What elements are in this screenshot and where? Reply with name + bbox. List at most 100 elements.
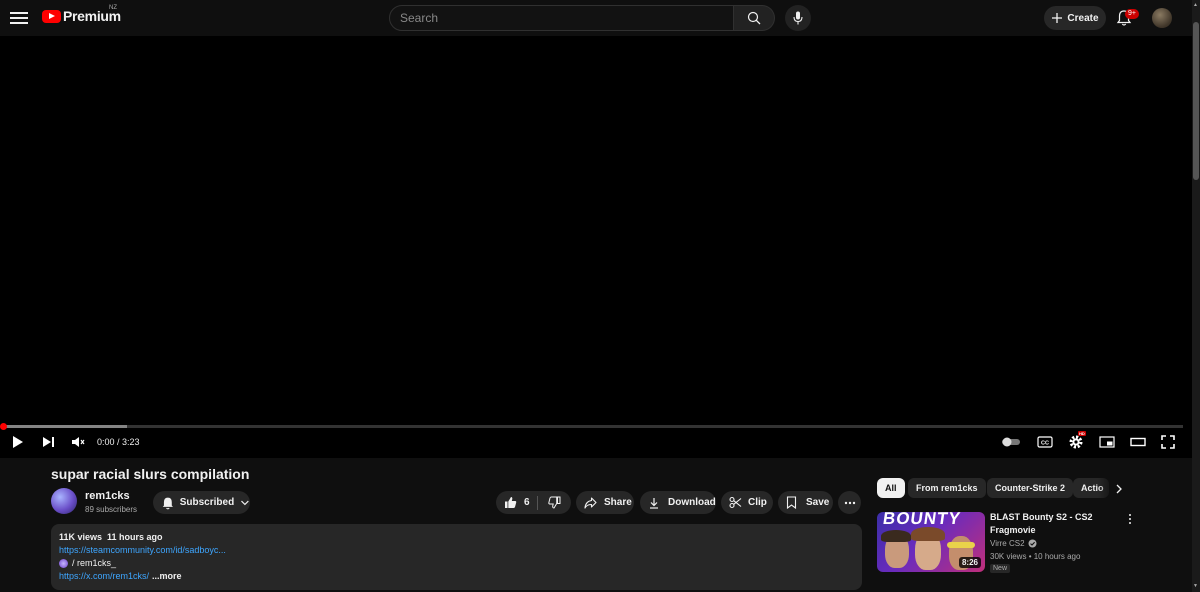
theater-icon [1130,437,1146,447]
logo-region: NZ [109,5,117,11]
theater-mode-button[interactable] [1129,433,1147,451]
more-horizontal-icon [844,501,855,504]
scroll-down-icon[interactable]: ▼ [1193,583,1198,589]
dislike-button[interactable] [538,491,571,514]
bookmark-icon [786,496,797,509]
save-button[interactable]: Save [778,491,833,514]
menu-icon[interactable] [10,9,28,25]
create-label: Create [1067,12,1099,24]
chips-next-button[interactable] [1110,480,1128,498]
scroll-thumb[interactable] [1193,22,1199,180]
recommended-age: 10 hours ago [1033,552,1081,561]
chip-all[interactable]: All [877,478,905,498]
like-count: 6 [524,497,530,508]
settings-icon [1069,435,1083,449]
save-label: Save [806,497,830,508]
channel-name[interactable]: rem1cks [85,490,130,502]
clip-label: Clip [748,497,767,508]
channel-avatar[interactable] [51,488,77,514]
thumbnail-glasses [947,542,975,548]
svg-text:CC: CC [1041,441,1049,447]
description-line-2: / rem1cks_ [59,558,116,568]
autoplay-toggle-icon [1002,437,1020,447]
mic-icon [793,11,803,25]
time-display: 0:00 / 3:23 [97,437,140,447]
download-icon [650,497,658,509]
subscribed-label: Subscribed [179,497,235,508]
next-icon [42,437,54,447]
bell-icon [162,497,173,509]
video-duration: 8:26 [958,557,981,568]
download-label: Download [668,497,716,508]
description-handle[interactable]: / rem1cks_ [72,558,116,568]
mute-button[interactable] [70,433,86,451]
recommended-views: 30K views [990,552,1027,561]
search-icon [747,11,761,25]
recommended-options-button[interactable] [1124,512,1136,526]
thumbnail-hair-1 [881,530,911,542]
verified-icon [1028,539,1037,548]
progress-bar[interactable] [0,423,1183,430]
chevron-down-icon [241,500,249,505]
clip-button[interactable]: Clip [721,491,773,514]
scroll-up-icon[interactable]: ▲ [1193,2,1198,8]
recommended-video-thumbnail[interactable]: BOUNTY 8:26 [877,512,985,572]
masthead: Premium NZ Create 9+ [0,0,1200,36]
recommended-meta: 30K views • 10 hours ago [990,552,1080,561]
chip-counter-strike-2[interactable]: Counter-Strike 2 [987,478,1074,498]
play-button[interactable] [10,433,26,451]
download-button[interactable]: Download [640,491,716,514]
progress-buffered [3,425,127,428]
channel-mini-icon [59,558,68,568]
share-icon [584,496,597,509]
description-line-3: https://x.com/rem1cks/ ...more [59,571,182,581]
page-scrollbar[interactable]: ▲ ▼ [1192,0,1200,592]
recommended-video-title[interactable]: BLAST Bounty S2 - CS2 Fragmovie [990,511,1115,537]
search-button[interactable] [734,5,775,31]
recommended-channel[interactable]: Virre CS2 [990,539,1037,548]
x-link[interactable]: https://x.com/rem1cks/ [59,571,149,581]
video-title: supar racial slurs compilation [51,466,250,482]
voice-search-button[interactable] [785,5,811,31]
more-actions-button[interactable] [838,491,861,514]
thumbs-up-icon [505,497,517,508]
subscribed-button[interactable]: Subscribed [153,491,250,514]
fullscreen-button[interactable] [1159,433,1177,451]
chevron-right-icon [1116,484,1122,494]
play-icon [13,436,23,448]
youtube-logo-icon [42,9,61,23]
share-button[interactable]: Share [576,491,634,514]
miniplayer-button[interactable] [1098,433,1116,451]
fullscreen-icon [1161,435,1175,449]
like-dislike-group: 6 [496,491,571,514]
thumbs-down-icon [548,496,561,509]
recommended-channel-name[interactable]: Virre CS2 [990,539,1025,548]
new-badge: New [990,564,1011,573]
plus-icon [1052,13,1063,23]
video-player[interactable]: 0:00 / 3:23 CC HD [0,36,1192,458]
miniplayer-icon [1099,436,1115,448]
youtube-premium-logo[interactable]: Premium NZ [42,5,121,24]
create-button[interactable]: Create [1044,6,1106,30]
steam-link[interactable]: https://steamcommunity.com/id/sadboyc... [59,545,226,555]
search-box [389,5,775,31]
next-button[interactable] [40,433,56,451]
thumbnail-hair-2 [911,527,945,541]
captions-icon: CC [1037,436,1053,448]
scissors-icon [729,496,742,509]
description-box[interactable]: 11K views 11 hours ago https://steamcomm… [51,524,862,590]
chip-from-channel[interactable]: From rem1cks [908,478,986,498]
notification-badge: 9+ [1125,9,1139,19]
account-avatar[interactable] [1152,8,1172,28]
autoplay-toggle[interactable] [999,433,1023,451]
settings-button[interactable]: HD [1067,431,1086,451]
captions-button[interactable]: CC [1036,433,1054,451]
subscriber-count: 89 subscribers [85,505,138,514]
show-more-button[interactable]: ...more [152,571,182,581]
like-button[interactable]: 6 [496,491,537,514]
hd-badge: HD [1078,431,1086,436]
progress-scrubber[interactable] [0,423,7,430]
mute-icon [72,437,85,447]
share-label: Share [604,497,632,508]
search-input[interactable] [389,5,734,31]
